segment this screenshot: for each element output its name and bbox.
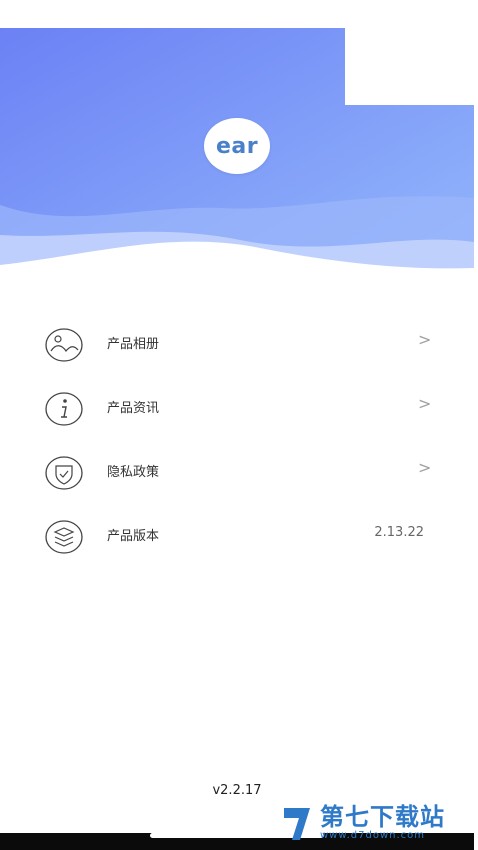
version-value: 2.13.22 <box>374 525 424 540</box>
layers-icon <box>44 517 84 557</box>
watermark-url: www.d7down.com <box>320 830 426 841</box>
menu-item-version[interactable]: 产品版本 2.13.22 <box>0 507 474 567</box>
watermark-logo-icon <box>282 802 314 844</box>
chevron-right-icon: > <box>418 330 432 349</box>
chevron-right-icon: > <box>418 394 432 413</box>
watermark: 第七下载站 www.d7down.com <box>282 800 470 846</box>
header-banner: ear <box>0 0 474 290</box>
menu-label: 产品资讯 <box>107 401 160 416</box>
menu-item-album[interactable]: 产品相册 > <box>0 315 474 375</box>
menu-label: 产品相册 <box>107 337 160 352</box>
menu-label: 产品版本 <box>107 529 160 544</box>
album-icon <box>44 325 84 365</box>
menu-label: 隐私政策 <box>107 465 160 480</box>
menu-item-news[interactable]: 产品资讯 > <box>0 379 474 439</box>
shield-icon <box>44 453 84 493</box>
menu-item-privacy[interactable]: 隐私政策 > <box>0 443 474 503</box>
app-logo-text: ear <box>215 133 259 159</box>
footer-app-version: v2.2.17 <box>212 783 262 798</box>
app-logo: ear <box>204 118 270 174</box>
screen: ear 产品相册 > 产品资讯 > 隐私政策 > 产品版本 2.13.22 v2… <box>0 0 474 850</box>
right-edge-strip <box>474 0 478 850</box>
watermark-text: 第七下载站 www.d7down.com <box>320 804 445 842</box>
chevron-right-icon: > <box>418 458 432 477</box>
watermark-title: 第七下载站 <box>320 803 445 831</box>
info-icon <box>44 389 84 429</box>
